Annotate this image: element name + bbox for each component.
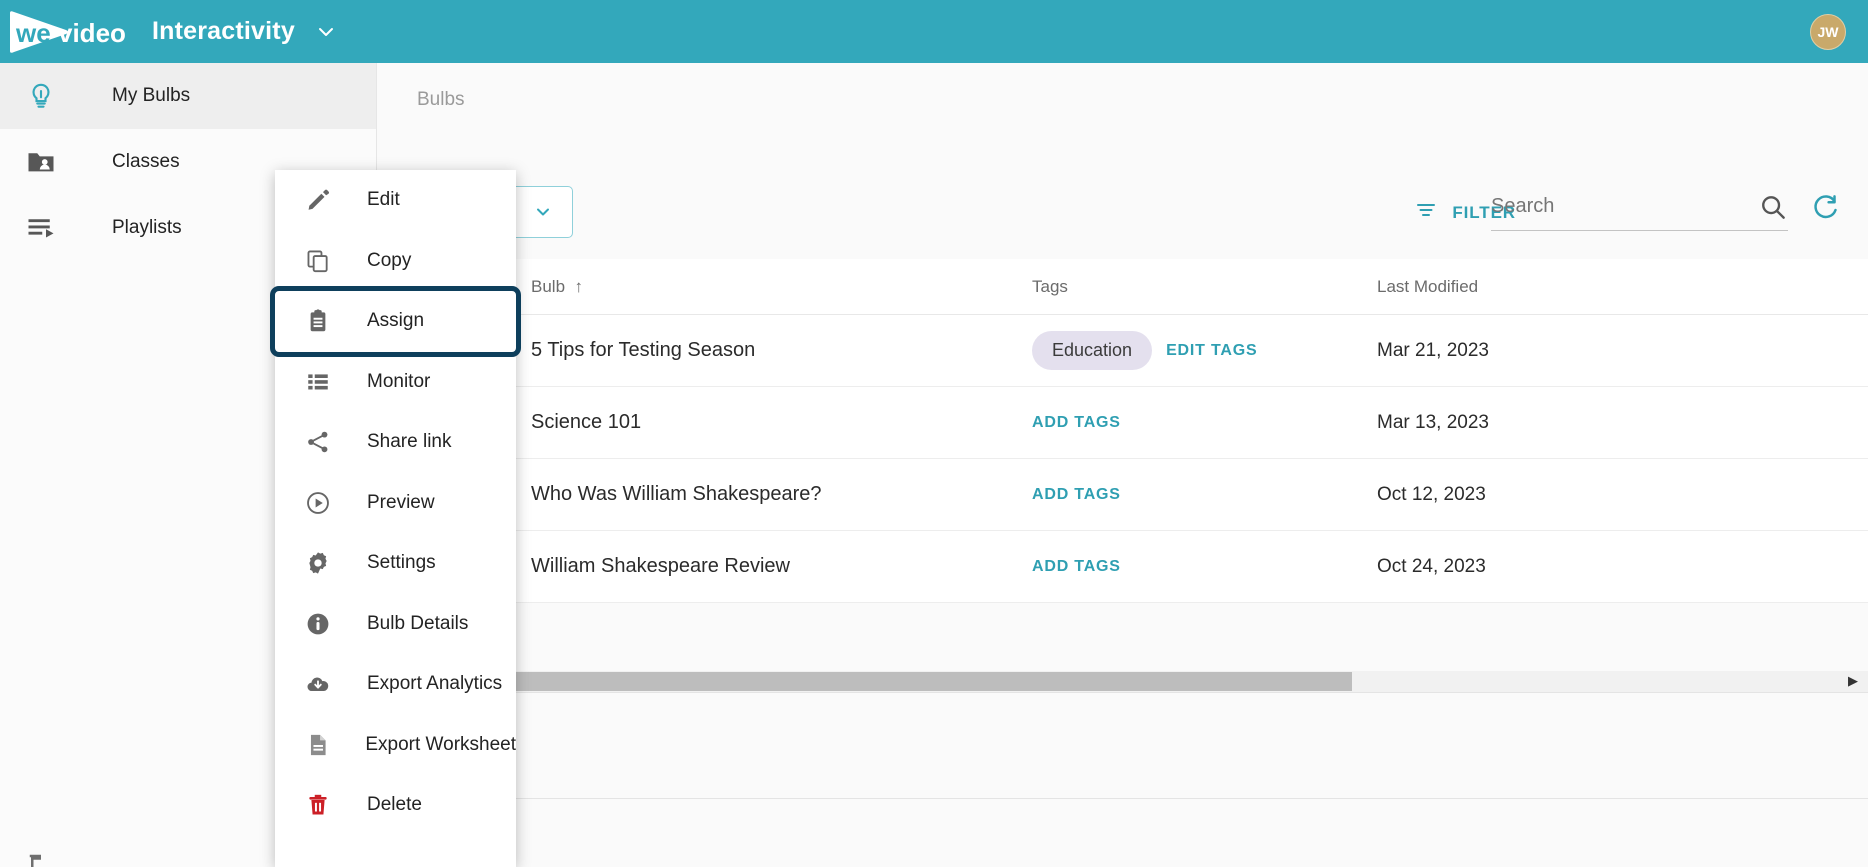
app-root: we video Interactivity JW My Bulbs	[0, 0, 1868, 867]
trash-icon	[305, 792, 339, 818]
menu-item-delete[interactable]: Delete	[275, 775, 516, 836]
menu-item-label: Assign	[367, 310, 424, 332]
sidebar-item-label: Playlists	[112, 217, 182, 239]
bulb-name: 5 Tips for Testing Season	[517, 339, 1032, 362]
new-bulb-dropdown-button[interactable]	[513, 186, 573, 238]
scrollbar-thumb[interactable]	[377, 672, 1352, 691]
arrow-up-icon: ↑	[570, 277, 583, 296]
menu-item-bulb-details[interactable]: Bulb Details	[275, 594, 516, 655]
pencil-icon	[305, 187, 339, 213]
sidebar-item-label: My Bulbs	[112, 85, 190, 107]
avatar[interactable]: JW	[1810, 14, 1846, 50]
menu-item-copy[interactable]: Copy	[275, 231, 516, 292]
sidebar-bottom-item[interactable]	[26, 851, 56, 867]
menu-item-preview[interactable]: Preview	[275, 473, 516, 534]
lightbulb-icon	[26, 81, 72, 111]
menu-item-export-analytics[interactable]: Export Analytics	[275, 654, 516, 715]
list-icon	[305, 369, 339, 395]
menu-item-settings[interactable]: Settings	[275, 533, 516, 594]
toolbar: ULB FILTER	[377, 186, 1868, 246]
sidebar-item-label: Classes	[112, 151, 180, 173]
column-header-tags[interactable]: Tags	[1032, 277, 1377, 297]
app-title: Interactivity	[152, 17, 295, 46]
table-row[interactable]: we Science 101 ADD TAGS Mar 13, 2023	[377, 387, 1868, 459]
tags-cell: Education EDIT TAGS	[1032, 331, 1377, 370]
menu-item-label: Bulb Details	[367, 613, 468, 635]
menu-item-label: Export Analytics	[367, 673, 502, 695]
last-modified-date: Mar 21, 2023	[1377, 340, 1707, 362]
chevron-down-icon[interactable]	[315, 21, 337, 43]
chevron-down-icon	[531, 200, 555, 224]
search-box	[1491, 191, 1788, 231]
gear-icon	[305, 550, 339, 576]
menu-item-label: Settings	[367, 552, 436, 574]
last-modified-date: Mar 13, 2023	[1377, 412, 1707, 434]
table-row[interactable]: William Shakespeare Review ADD TAGS Oct …	[377, 531, 1868, 603]
edit-tags-button[interactable]: EDIT TAGS	[1166, 342, 1257, 360]
menu-item-share-link[interactable]: Share link	[275, 412, 516, 473]
table-header-row: Bulb ↑ Tags Last Modified	[377, 259, 1868, 315]
wevideo-logo[interactable]: we video	[8, 9, 130, 55]
menu-item-monitor[interactable]: Monitor	[275, 352, 516, 413]
search-input[interactable]	[1491, 191, 1731, 222]
menu-item-label: Copy	[367, 250, 411, 272]
cloud-download-icon	[305, 671, 339, 697]
add-tags-button[interactable]: ADD TAGS	[1032, 486, 1121, 504]
menu-item-assign[interactable]: Assign	[275, 291, 516, 352]
copy-icon	[305, 248, 339, 274]
bulb-name: Science 101	[517, 411, 1032, 434]
tags-cell: ADD TAGS	[1032, 414, 1377, 432]
status-badge: Education	[1032, 331, 1152, 370]
refresh-icon	[1810, 193, 1840, 223]
table-row[interactable]: we Who Was William Shakespeare? ADD TAGS…	[377, 459, 1868, 531]
bulb-name: William Shakespeare Review	[517, 555, 1032, 578]
menu-item-label: Preview	[367, 492, 435, 514]
svg-text:we: we	[15, 18, 51, 48]
main-content: Bulbs ULB FILTER	[377, 63, 1868, 867]
top-navigation-bar: we video Interactivity JW	[0, 0, 1868, 63]
clipboard-icon	[305, 308, 339, 334]
refresh-button[interactable]	[1810, 193, 1840, 223]
menu-item-label: Delete	[367, 794, 422, 816]
menu-item-label: Edit	[367, 189, 400, 211]
search-icon[interactable]	[1758, 192, 1788, 222]
table-row[interactable]: we 5 Tips for Testing Season Education E…	[377, 315, 1868, 387]
import-icon	[26, 851, 56, 867]
menu-item-label: Share link	[367, 431, 452, 453]
chevron-right-icon[interactable]: ▶	[1848, 673, 1858, 689]
menu-item-label: Export Worksheet	[365, 734, 516, 756]
breadcrumb: Bulbs	[417, 89, 465, 111]
info-icon	[305, 611, 339, 637]
play-circle-icon	[305, 490, 339, 516]
folder-user-icon	[26, 147, 72, 177]
tags-cell: ADD TAGS	[1032, 486, 1377, 504]
bulb-context-menu: Edit Copy Assi	[275, 170, 516, 867]
column-header-last-modified[interactable]: Last Modified	[1377, 277, 1707, 297]
add-tags-button[interactable]: ADD TAGS	[1032, 414, 1121, 432]
document-icon	[305, 732, 337, 758]
last-modified-date: Oct 24, 2023	[1377, 556, 1707, 578]
bulbs-table: Bulb ↑ Tags Last Modified we 5 Tips for	[377, 259, 1868, 603]
last-modified-date: Oct 12, 2023	[1377, 484, 1707, 506]
content-divider	[377, 798, 1868, 799]
sidebar-item-my-bulbs[interactable]: My Bulbs	[0, 63, 376, 129]
add-tags-button[interactable]: ADD TAGS	[1032, 558, 1121, 576]
share-icon	[305, 429, 339, 455]
horizontal-scrollbar[interactable]: ▶	[377, 671, 1868, 693]
svg-text:video: video	[58, 18, 126, 48]
menu-item-edit[interactable]: Edit	[275, 170, 516, 231]
tags-cell: ADD TAGS	[1032, 558, 1377, 576]
playlist-icon	[26, 213, 72, 243]
menu-item-export-worksheet[interactable]: Export Worksheet	[275, 715, 516, 776]
menu-item-label: Monitor	[367, 371, 430, 393]
filter-icon	[1414, 198, 1438, 227]
column-header-bulb[interactable]: Bulb ↑	[517, 277, 1032, 297]
bulb-name: Who Was William Shakespeare?	[517, 483, 1032, 506]
